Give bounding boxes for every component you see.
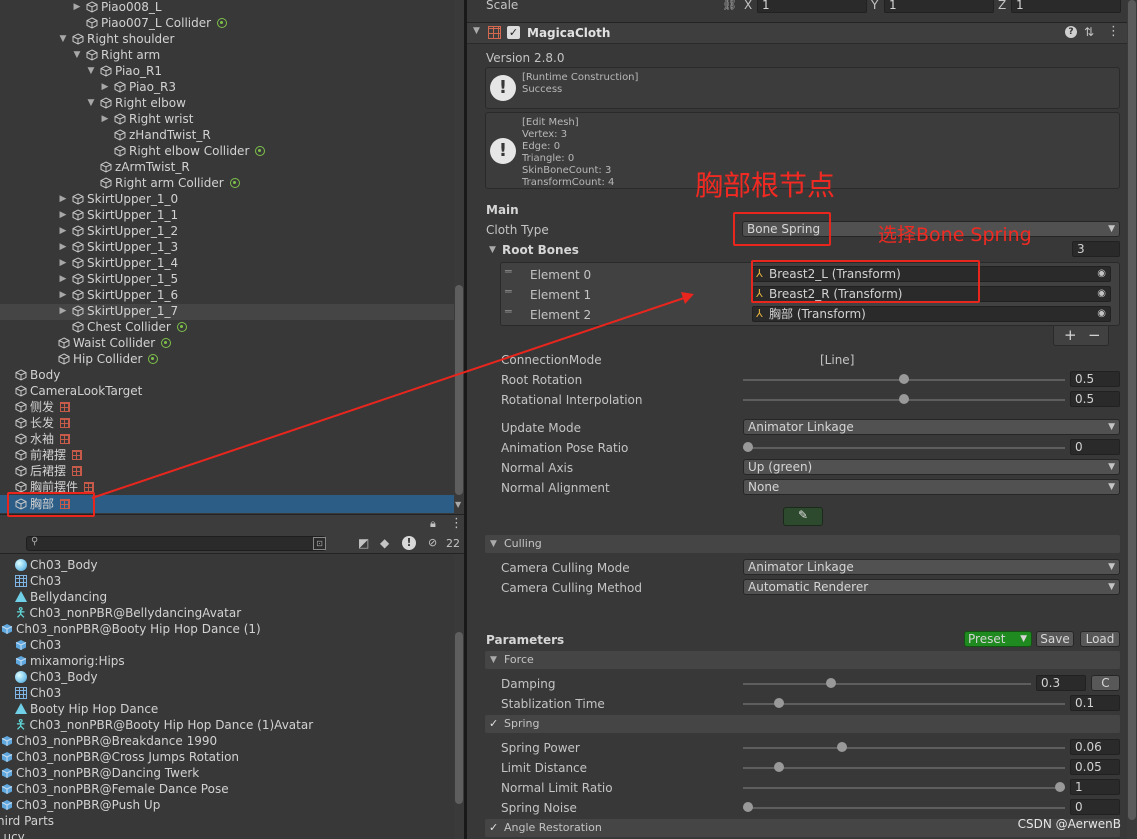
annotation-arrow	[91, 292, 694, 499]
watermark: CSDN @AerwenB	[1017, 817, 1121, 831]
